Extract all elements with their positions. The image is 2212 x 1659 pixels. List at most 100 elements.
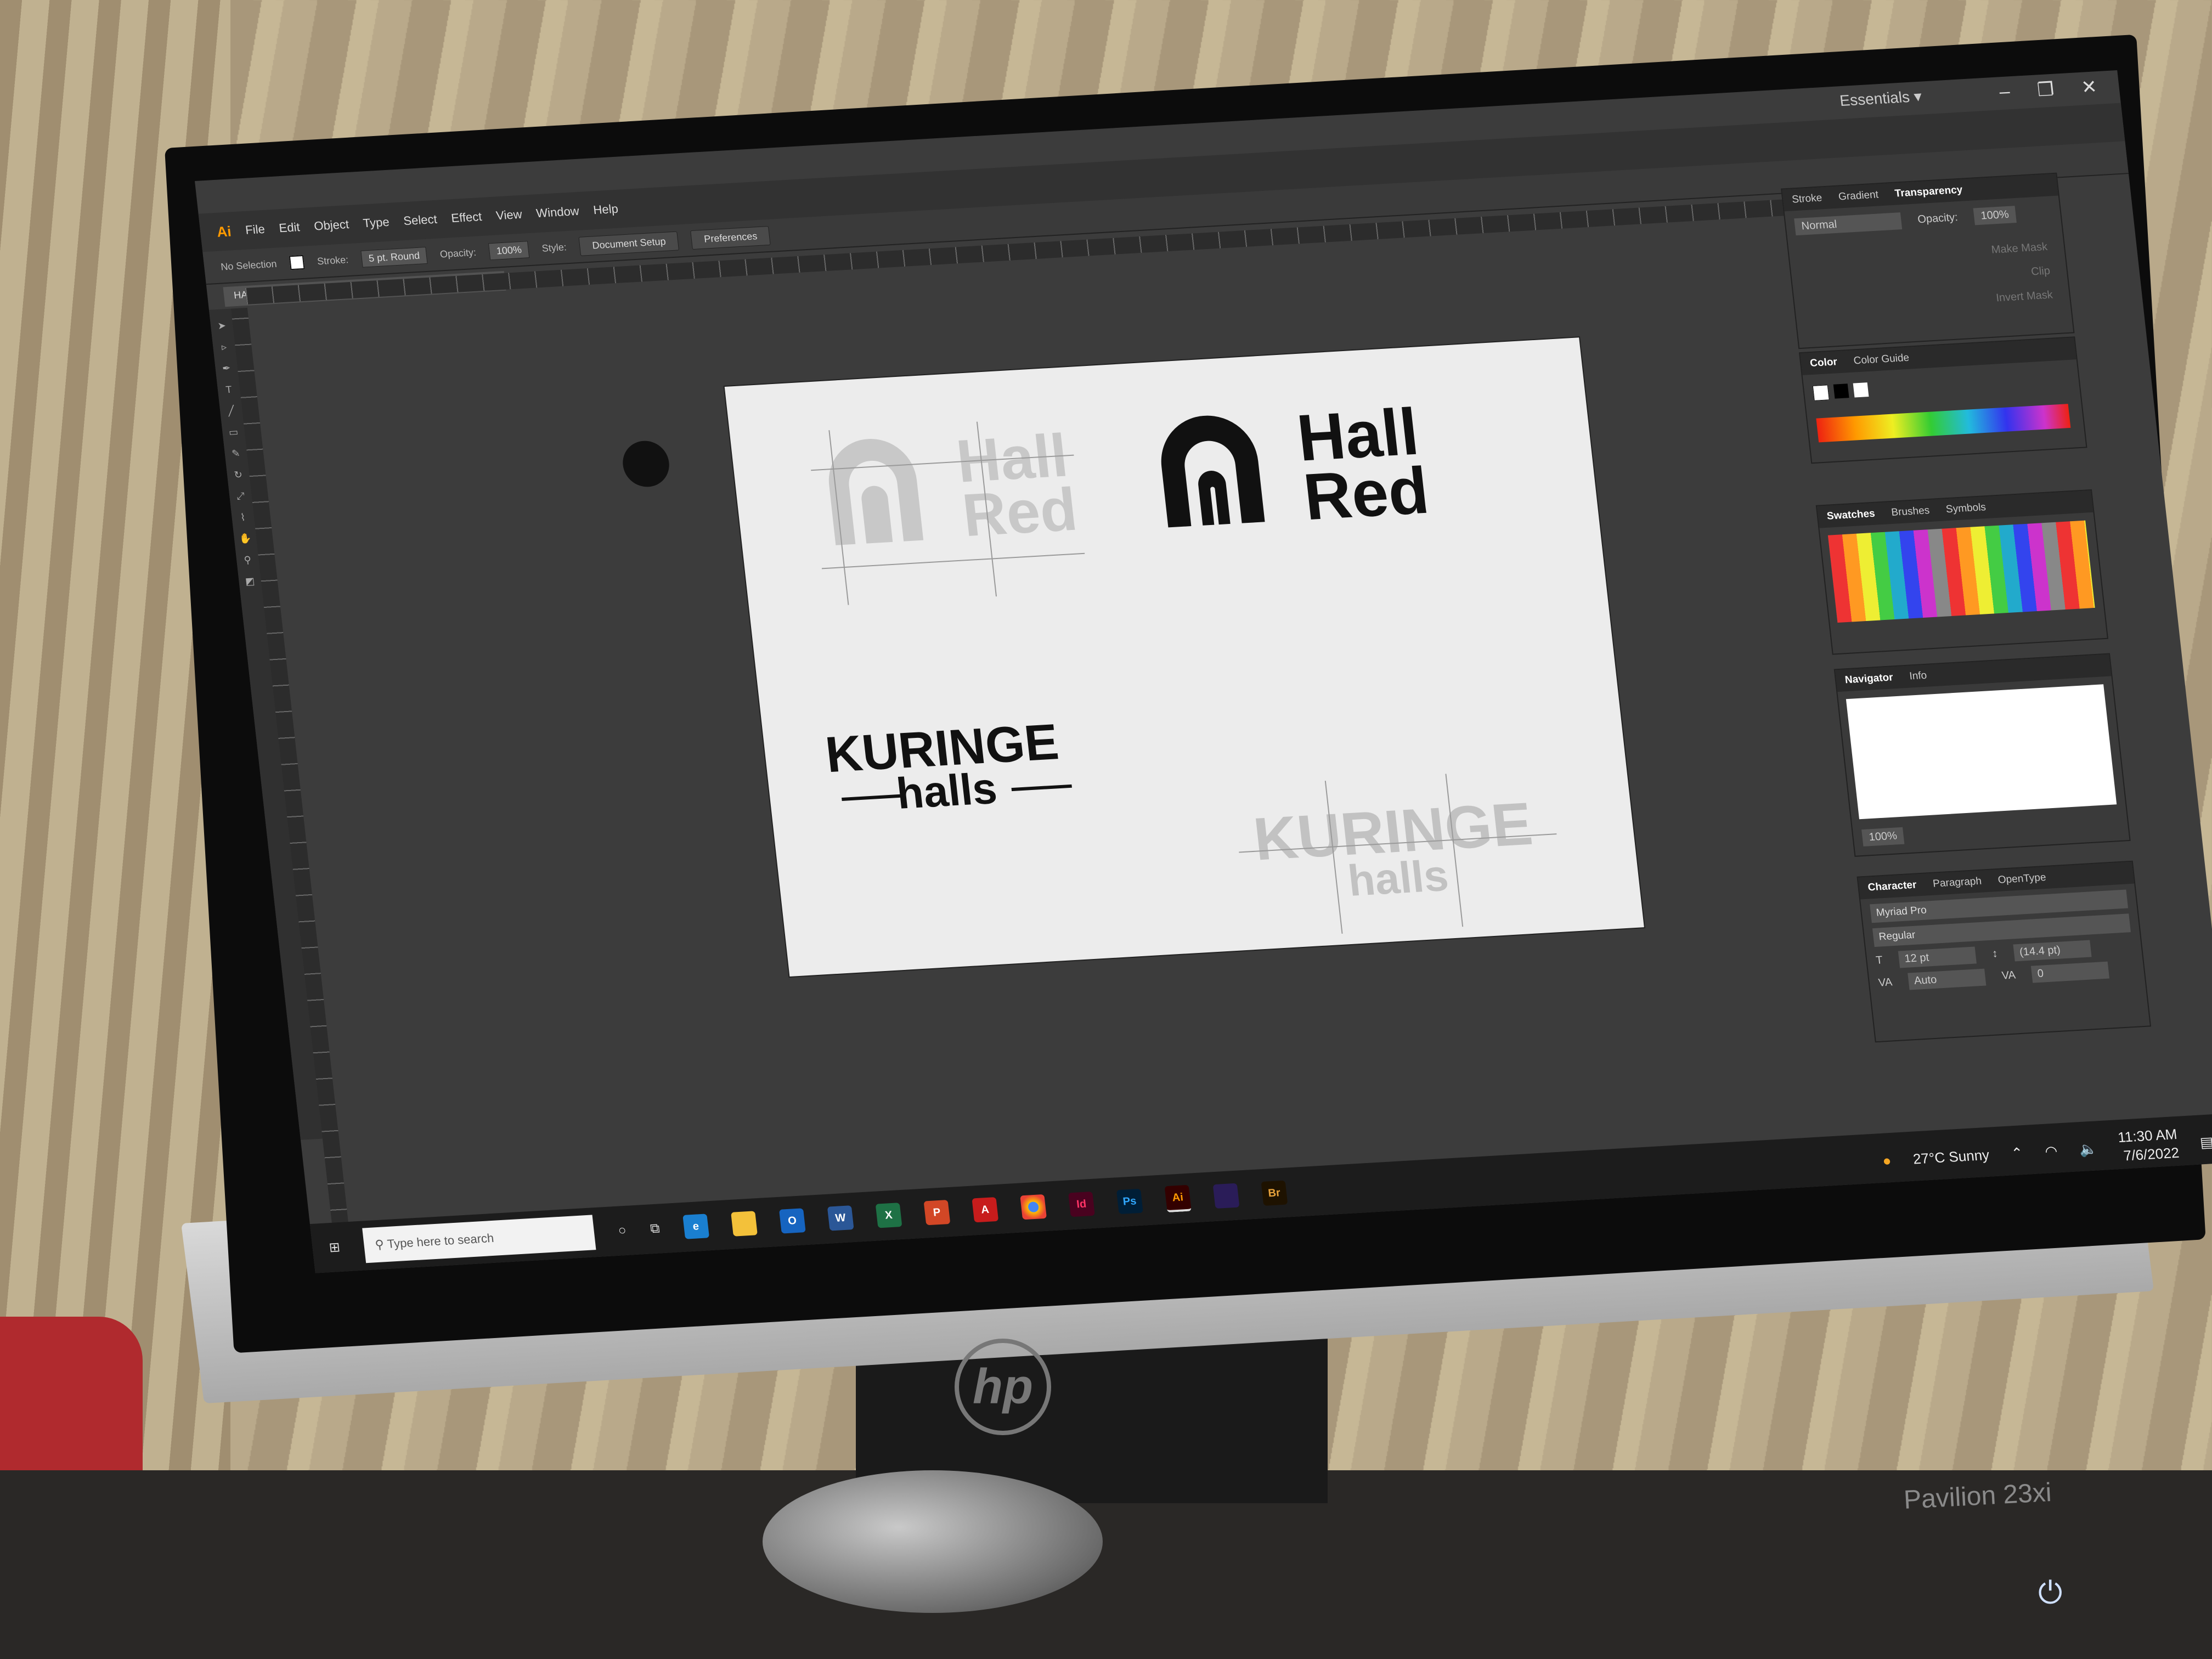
menu-window[interactable]: Window <box>535 204 580 221</box>
tab-symbols[interactable]: Symbols <box>1945 501 1987 516</box>
tab-swatches[interactable]: Swatches <box>1826 508 1876 523</box>
tab-color[interactable]: Color <box>1809 356 1838 370</box>
tab-navigator[interactable]: Navigator <box>1844 672 1894 686</box>
menu-file[interactable]: File <box>245 222 266 238</box>
document-setup-button[interactable]: Document Setup <box>578 231 680 256</box>
type-tool-icon[interactable]: T <box>225 384 232 396</box>
navigator-zoom-field[interactable]: 100% <box>1861 827 1905 847</box>
invert-mask-checkbox[interactable]: Invert Mask <box>1995 283 2054 310</box>
indesign-icon[interactable]: Id <box>1068 1191 1095 1217</box>
navigator-preview[interactable] <box>1846 684 2117 820</box>
taskbar-search-box[interactable]: ⚲ Type here to search <box>362 1215 596 1263</box>
windows-start-icon[interactable]: ⊞ <box>328 1239 341 1256</box>
swatch-grid[interactable] <box>1827 520 2095 623</box>
pen-tool-icon[interactable]: ✒ <box>222 363 231 375</box>
workspace-switcher[interactable]: Essentials ▾ <box>1839 87 1923 110</box>
clip-checkbox[interactable]: Clip <box>1992 259 2051 286</box>
restore-icon[interactable]: ❐ <box>2036 78 2055 101</box>
scale-tool-icon[interactable]: ⤢ <box>236 490 245 503</box>
minimize-icon[interactable]: – <box>1999 81 2011 103</box>
hand-tool-icon[interactable]: ✋ <box>239 533 252 545</box>
tab-color-guide[interactable]: Color Guide <box>1853 352 1910 368</box>
tab-transparency[interactable]: Transparency <box>1894 184 1963 200</box>
brush-field[interactable]: 5 pt. Round <box>360 246 428 268</box>
kuringe-halls-logo[interactable]: KURINGE halls <box>823 714 1065 817</box>
hallred-line2: Red <box>1300 453 1432 534</box>
menu-effect[interactable]: Effect <box>450 210 483 225</box>
black-swatch[interactable] <box>1833 383 1849 399</box>
outlook-icon[interactable]: O <box>778 1208 806 1234</box>
powerpoint-icon[interactable]: P <box>923 1200 951 1226</box>
close-icon[interactable]: ✕ <box>2080 76 2098 98</box>
photoshop-icon[interactable]: Ps <box>1116 1188 1143 1215</box>
blend-mode-select[interactable]: Normal <box>1794 212 1903 236</box>
kerning-field[interactable]: Auto <box>1908 968 1987 990</box>
artboard[interactable]: Hall Red Hall Red KURINGE halls KURINGE … <box>724 337 1644 977</box>
menu-type[interactable]: Type <box>362 215 390 231</box>
rectangle-tool-icon[interactable]: ▭ <box>228 426 239 438</box>
kerning-icon: VA <box>1877 976 1893 989</box>
brush-tool-icon[interactable]: ✎ <box>231 448 240 460</box>
weather-icon[interactable]: ● <box>1882 1152 1892 1170</box>
weather-text[interactable]: 27°C Sunny <box>1912 1146 1990 1167</box>
window-controls: – ❐ ✕ <box>1999 76 2098 103</box>
hallred-logo-draft[interactable]: Hall Red <box>814 422 1080 551</box>
zoom-tool-icon[interactable]: ⚲ <box>244 554 252 566</box>
volume-icon[interactable]: 🔈 <box>2078 1140 2098 1158</box>
make-mask-button[interactable]: Make Mask <box>1989 235 2049 262</box>
menu-help[interactable]: Help <box>592 202 619 217</box>
acrobat-icon[interactable]: A <box>972 1197 998 1223</box>
file-explorer-icon[interactable] <box>730 1211 758 1237</box>
black-circle-shape[interactable] <box>620 439 672 488</box>
tab-opentype[interactable]: OpenType <box>1997 872 2047 887</box>
hallred-logo[interactable]: Hall Red <box>1147 395 1432 535</box>
task-view-icon[interactable]: ⧉ <box>650 1221 661 1237</box>
chrome-icon[interactable] <box>1020 1194 1047 1220</box>
tab-gradient[interactable]: Gradient <box>1838 189 1879 203</box>
leading-field[interactable]: (14.4 pt) <box>2013 940 2092 962</box>
tab-brushes[interactable]: Brushes <box>1891 505 1930 519</box>
wifi-icon[interactable]: ◠ <box>2044 1142 2058 1160</box>
menu-view[interactable]: View <box>495 207 523 223</box>
tab-info[interactable]: Info <box>1909 670 1927 683</box>
power-icon[interactable]: ⏻ <box>2038 1575 2062 1611</box>
color-spectrum[interactable] <box>1816 404 2071 443</box>
kuringe-halls-logo-draft[interactable]: KURINGE halls <box>1250 790 1539 906</box>
word-icon[interactable]: W <box>827 1205 854 1231</box>
chevron-up-icon[interactable]: ⌃ <box>2010 1144 2024 1162</box>
illustrator-icon[interactable]: Ai <box>1164 1184 1192 1213</box>
white-swatch[interactable] <box>1853 382 1869 398</box>
clock-date: 7/6/2022 <box>2123 1144 2180 1164</box>
line-tool-icon[interactable]: ╱ <box>228 405 235 417</box>
search-icon: ⚲ <box>374 1237 388 1252</box>
opacity-field[interactable]: 100% <box>488 240 530 260</box>
preferences-button[interactable]: Preferences <box>690 225 771 250</box>
menu-object[interactable]: Object <box>313 217 349 234</box>
none-swatch[interactable] <box>1812 385 1830 401</box>
tracking-icon: VA <box>2001 969 2017 982</box>
rotate-tool-icon[interactable]: ↻ <box>234 469 243 481</box>
excel-icon[interactable]: X <box>875 1203 902 1228</box>
fill-stroke-icon[interactable]: ◩ <box>245 575 255 588</box>
fill-swatch[interactable] <box>289 255 305 270</box>
tab-character[interactable]: Character <box>1867 879 1917 894</box>
bridge-icon[interactable]: Br <box>1261 1180 1288 1206</box>
tab-stroke[interactable]: Stroke <box>1791 192 1822 206</box>
direct-selection-tool-icon[interactable]: ▹ <box>221 341 227 353</box>
edge-icon[interactable]: e <box>682 1214 709 1239</box>
menu-edit[interactable]: Edit <box>278 220 301 235</box>
font-size-field[interactable]: 12 pt <box>1898 946 1977 968</box>
tab-paragraph[interactable]: Paragraph <box>1932 876 1982 890</box>
style-label: Style: <box>541 241 567 254</box>
selection-tool-icon[interactable]: ➤ <box>217 320 227 332</box>
tracking-field[interactable]: 0 <box>2031 961 2110 983</box>
menu-select[interactable]: Select <box>403 212 438 228</box>
transparency-opacity-field[interactable]: 100% <box>1973 206 2017 225</box>
cortana-icon[interactable]: ○ <box>617 1223 627 1239</box>
swatches-panel: Swatches Brushes Symbols <box>1815 489 2109 655</box>
color-panel: Color Color Guide <box>1798 336 2087 464</box>
clock[interactable]: 11:30 AM 7/6/2022 <box>2117 1125 2180 1165</box>
eyedropper-tool-icon[interactable]: ⌇ <box>240 512 246 523</box>
notifications-icon[interactable]: ▤ <box>2199 1133 2212 1151</box>
premiere-icon[interactable] <box>1212 1183 1240 1209</box>
